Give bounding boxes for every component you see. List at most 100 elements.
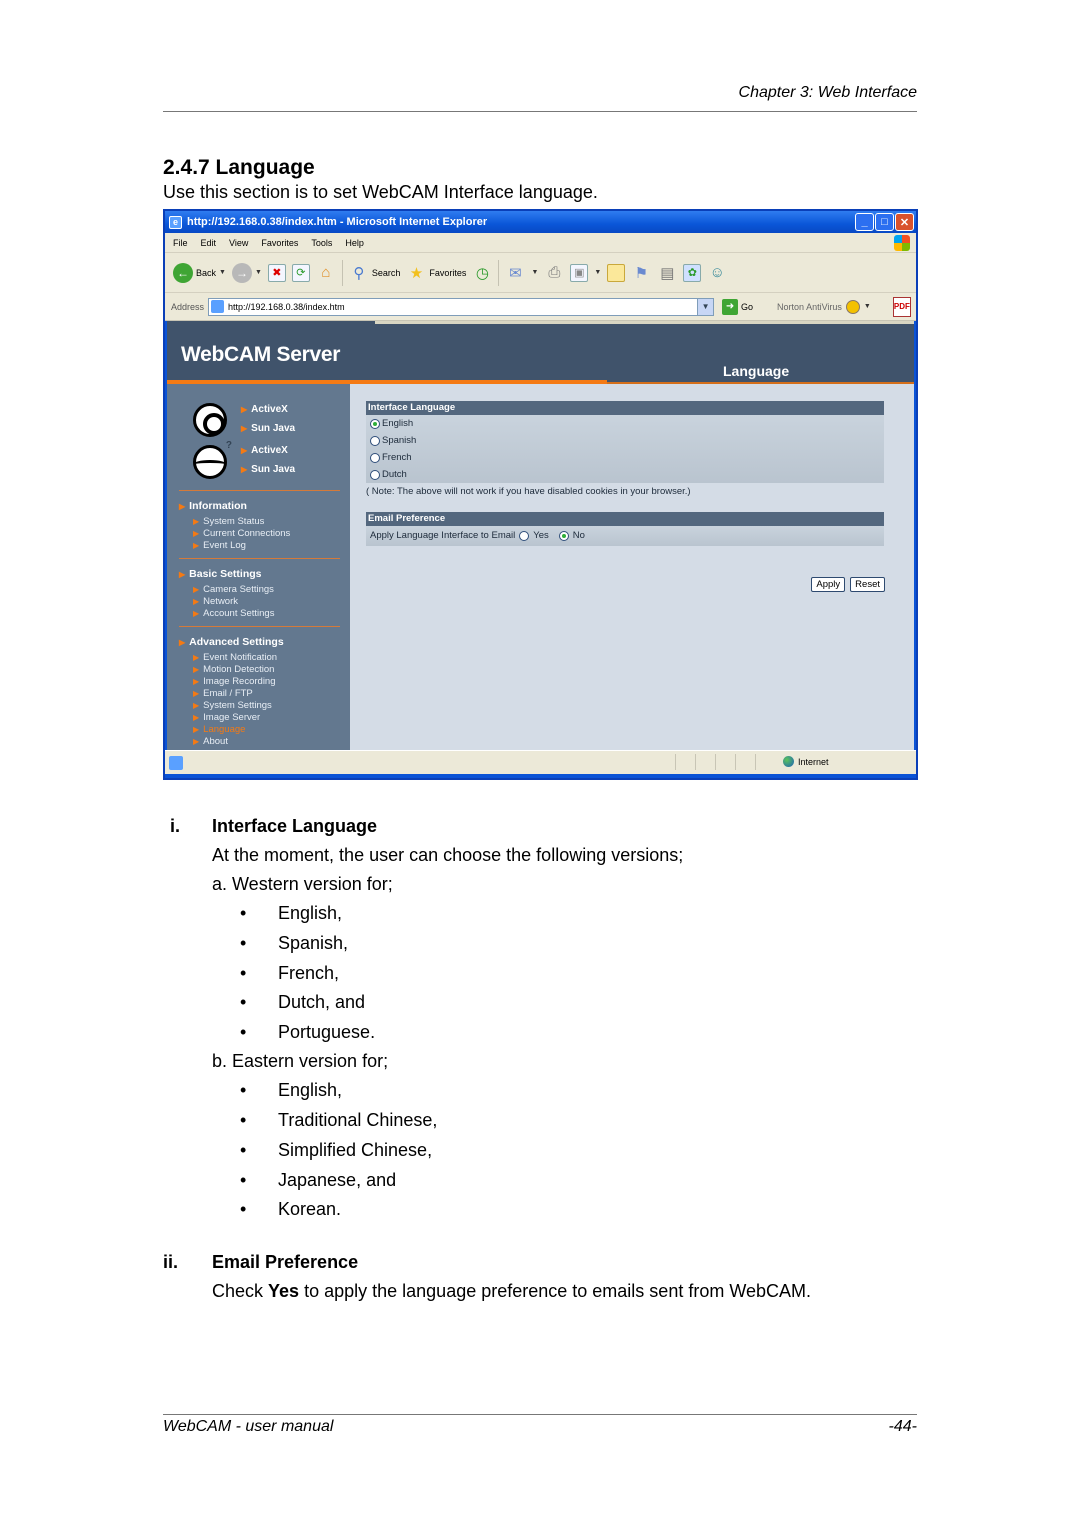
email-no-label: No [572, 530, 585, 541]
stop-button[interactable]: ✖ [267, 263, 286, 282]
nav-item-image-server[interactable]: ▶ Image Server [193, 712, 260, 723]
address-dropdown-icon[interactable]: ▼ [697, 298, 714, 315]
header-rule [163, 111, 917, 112]
toolbar: ← Back ▼ → ▼ ✖ ⟳ ⌂ ⚲ Search ★ Favorites … [165, 253, 916, 293]
nav-divider [179, 490, 340, 491]
nav-group-basic-settings[interactable]: ▶ Basic Settings [179, 568, 262, 580]
arrow-right-icon: ▶ [193, 609, 200, 618]
maximize-button[interactable]: □ [875, 213, 894, 231]
back-label: Back [196, 267, 217, 278]
menu-help[interactable]: Help [345, 238, 364, 248]
refresh-button[interactable]: ⟳ [291, 263, 310, 282]
interface-language-heading: Interface Language [366, 401, 884, 415]
status-bar: Internet [165, 750, 916, 774]
address-input[interactable]: http://192.168.0.38/index.htm ▼ [208, 297, 715, 316]
camera1-sunjava-link[interactable]: ▶ Sun Java [241, 423, 295, 434]
nav-item-image-recording[interactable]: ▶ Image Recording [193, 676, 276, 687]
mail-button[interactable]: ✉ [505, 263, 525, 283]
subsection-title: Interface Language [212, 816, 378, 836]
intro-text: Use this section is to set WebCAM Interf… [163, 182, 598, 202]
reset-button[interactable]: Reset [850, 577, 885, 592]
nav-item-account-settings[interactable]: ▶ Account Settings [193, 608, 274, 619]
language-option-english[interactable]: English [370, 418, 413, 429]
language-option-french[interactable]: French [370, 452, 412, 463]
nav-item-language[interactable]: ▶ Language [193, 724, 245, 735]
forward-button[interactable]: → ▼ [231, 262, 262, 283]
home-button[interactable]: ⌂ [316, 263, 336, 283]
radio-checked-icon [370, 418, 380, 429]
camera1-activex-link[interactable]: ▶ ActiveX [241, 404, 288, 415]
pdf-icon[interactable]: PDF [892, 296, 911, 317]
print-button[interactable]: ⎙ [544, 263, 564, 283]
camera2-sunjava-link[interactable]: ▶ Sun Java [241, 464, 295, 475]
notes-button[interactable] [607, 263, 626, 282]
nav-item-camera-settings[interactable]: ▶ Camera Settings [193, 584, 274, 595]
search-button[interactable]: ⚲ Search [349, 263, 401, 283]
go-button[interactable]: ➜ Go [722, 298, 753, 315]
search-label: Search [371, 267, 401, 278]
ie-icon: e [169, 215, 182, 229]
favorites-button[interactable]: ★ Favorites [406, 263, 467, 283]
subsection-number: i. [170, 816, 181, 836]
history-button[interactable]: ◷ [472, 263, 492, 283]
language-option-dutch[interactable]: Dutch [370, 469, 407, 480]
nav-item-network[interactable]: ▶ Network [193, 596, 238, 607]
nav-divider [179, 558, 340, 559]
subsection-number: ii. [163, 1252, 179, 1272]
menu-file[interactable]: File [173, 238, 188, 248]
western-label: a. Western version for; [212, 874, 393, 894]
forward-arrow-icon: → [231, 262, 252, 283]
camera-eye-icon [193, 403, 227, 437]
toolbar-separator [498, 259, 500, 286]
arrow-right-icon: ▶ [193, 725, 200, 734]
webcam-main: Interface Language English Spanish Frenc… [350, 384, 914, 750]
arrow-right-icon: ▶ [193, 677, 200, 686]
nav-item-motion-detection[interactable]: ▶ Motion Detection [193, 664, 274, 675]
minimize-button[interactable]: _ [855, 213, 874, 231]
page-icon [211, 300, 225, 313]
chevron-down-icon: ▼ [219, 269, 226, 276]
nav-group-advanced-settings[interactable]: ▶ Advanced Settings [179, 636, 284, 648]
close-button[interactable]: ✕ [895, 213, 914, 231]
address-value: http://192.168.0.38/index.htm [228, 301, 345, 312]
nav-item-system-settings[interactable]: ▶ System Settings [193, 700, 272, 711]
apply-button[interactable]: Apply [811, 577, 846, 592]
edit-button[interactable]: ▣ [570, 263, 589, 282]
security-zone: Internet [783, 756, 829, 767]
language-option-spanish[interactable]: Spanish [370, 435, 416, 446]
webcam-page: WebCAM Server Language ▶ActiveX ▶Sun Jav… [167, 321, 914, 750]
email-yes-radio[interactable] [519, 530, 530, 541]
back-button[interactable]: ← Back ▼ [173, 262, 226, 283]
menu-view[interactable]: View [229, 238, 248, 248]
nav-item-system-status[interactable]: ▶ System Status [193, 516, 264, 527]
nav-item-email-ftp[interactable]: ▶ Email / FTP [193, 688, 253, 699]
nav-item-about[interactable]: ▶ About [193, 736, 228, 747]
norton-antivirus-button[interactable]: Norton AntiVirus ▼ [777, 299, 871, 314]
arrow-right-icon: ▶ [193, 517, 200, 526]
menu-edit[interactable]: Edit [201, 238, 217, 248]
nav-group-information[interactable]: ▶ Information [179, 500, 247, 512]
interface-language-panel: English Spanish French Dutch [366, 415, 884, 483]
research-button[interactable]: ▤ [657, 263, 677, 283]
arrow-right-icon: ▶ [179, 569, 186, 579]
menu-tools[interactable]: Tools [311, 238, 332, 248]
arrow-right-icon: ▶ [193, 585, 200, 594]
messenger-button[interactable]: ⚑ [631, 263, 651, 283]
email-no-radio[interactable] [558, 530, 569, 541]
email-preference-text: Check Yes to apply the language preferen… [212, 1281, 812, 1301]
nav-item-event-log[interactable]: ▶ Event Log [193, 540, 246, 551]
search-icon: ⚲ [353, 264, 365, 282]
chevron-down-icon: ▼ [254, 269, 262, 276]
arrow-right-icon: ▶ [193, 597, 200, 606]
email-preference-label: Apply Language Interface to Email [370, 530, 516, 541]
camera2-activex-link[interactable]: ▶ ActiveX [241, 445, 288, 456]
icq-button[interactable]: ✿ [683, 263, 702, 282]
menu-favorites[interactable]: Favorites [261, 238, 298, 248]
nav-item-event-notification[interactable]: ▶ Event Notification [193, 652, 277, 663]
arrow-right-icon: ▶ [193, 665, 200, 674]
arrow-right-icon: ▶ [241, 465, 248, 474]
nav-item-current-connections[interactable]: ▶ Current Connections [193, 528, 290, 539]
contacts-button[interactable]: ☺ [707, 263, 727, 283]
windows-logo-icon [894, 235, 910, 251]
email-preference-heading: Email Preference [366, 512, 884, 526]
